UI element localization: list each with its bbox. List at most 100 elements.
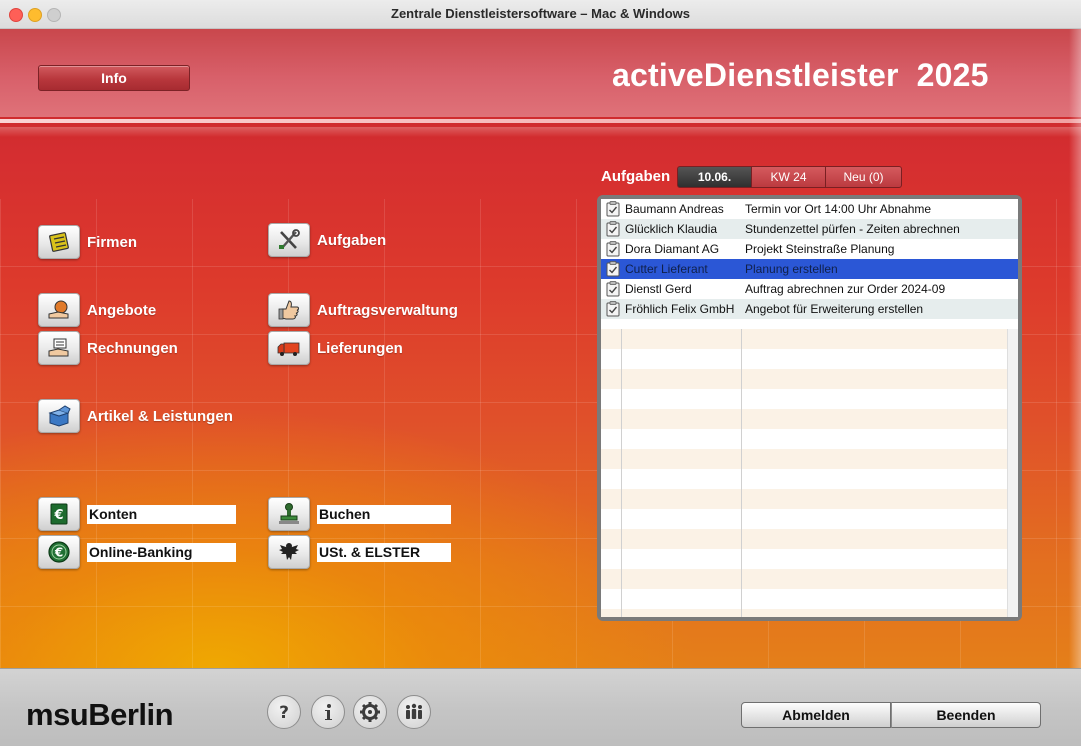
auftragsverwaltung-button[interactable]	[268, 293, 310, 327]
box-icon	[48, 405, 71, 427]
column-divider	[741, 329, 742, 617]
angebote-label: Angebote	[87, 301, 157, 319]
app-window: Zentrale Dienstleistersoftware – Mac & W…	[0, 0, 1081, 746]
main-area: Info activeDienstleister 2025 Firmen Aufg…	[0, 29, 1081, 668]
ust-elster-label: USt. & ELSTER	[317, 542, 451, 562]
right-edge-highlight	[1069, 29, 1081, 668]
rechnungen-button[interactable]	[38, 331, 80, 365]
vertical-scrollbar[interactable]	[1007, 329, 1018, 617]
launcher-artikel[interactable]: Artikel & Leistungen	[38, 399, 233, 433]
buchen-button[interactable]	[268, 497, 310, 531]
table-row[interactable]: Glücklich Klaudia Stundenzettel pürfen - …	[601, 219, 1018, 239]
artikel-label: Artikel & Leistungen	[87, 407, 233, 425]
tasks-panel: Baumann Andreas Termin vor Ort 14:00 Uhr …	[597, 195, 1022, 621]
firmen-button[interactable]	[38, 225, 80, 259]
task-contact: Baumann Andreas	[625, 202, 724, 216]
window-title: Zentrale Dienstleistersoftware – Mac & W…	[391, 6, 690, 21]
launcher-online-banking[interactable]: € Online-Banking	[38, 535, 236, 569]
task-description: Stundenzettel pürfen - Zeiten abrechnen	[745, 222, 960, 236]
table-row[interactable]: Dienstl Gerd Auftrag abrechnen zur Order …	[601, 279, 1018, 299]
task-description: Termin vor Ort 14:00 Uhr Abnahme	[745, 202, 932, 216]
table-row[interactable]: Fröhlich Felix GmbH Angebot für Erweiteru…	[601, 299, 1018, 319]
thumbs-up-icon	[278, 300, 299, 320]
table-row[interactable]: Cutter Lieferant Planung erstellen	[601, 259, 1018, 279]
task-description: Auftrag abrechnen zur Order 2024-09	[745, 282, 946, 296]
angebote-button[interactable]	[38, 293, 80, 327]
launcher-ust-elster[interactable]: USt. & ELSTER	[268, 535, 451, 569]
quit-button[interactable]: Beenden	[891, 702, 1041, 728]
lieferungen-button[interactable]	[268, 331, 310, 365]
firmen-label: Firmen	[87, 233, 138, 251]
app-year: 2025	[916, 57, 989, 93]
brand-logo: msuBerlin	[26, 697, 174, 732]
tasks-list[interactable]: Baumann Andreas Termin vor Ort 14:00 Uhr …	[601, 199, 1018, 617]
online-banking-button[interactable]: €	[38, 535, 80, 569]
column-divider	[621, 329, 622, 617]
launcher-buchen[interactable]: Buchen	[268, 497, 451, 531]
lieferungen-label: Lieferungen	[317, 339, 403, 357]
konten-button[interactable]: €	[38, 497, 80, 531]
gear-icon	[360, 702, 380, 722]
title-bar: Zentrale Dienstleistersoftware – Mac & W…	[0, 0, 1081, 29]
launcher-konten[interactable]: € Konten	[38, 497, 236, 531]
empty-rows-background	[601, 329, 1007, 617]
clipboard-check-icon[interactable]	[606, 281, 620, 297]
task-contact: Cutter Lieferant	[625, 262, 708, 276]
aufgaben-label: Aufgaben	[317, 231, 387, 249]
task-contact: Fröhlich Felix GmbH	[625, 302, 735, 316]
clipboard-check-icon[interactable]	[606, 221, 620, 237]
settings-button[interactable]	[353, 695, 387, 729]
federal-eagle-icon	[279, 543, 299, 560]
aufgaben-button[interactable]	[268, 223, 310, 257]
header-divider	[0, 119, 1081, 123]
task-description: Projekt Steinstraße Planung	[745, 242, 895, 256]
invoice-hand-icon	[48, 338, 69, 357]
online-banking-label: Online-Banking	[87, 542, 236, 562]
svg-text:?: ?	[279, 703, 289, 723]
launcher-aufgaben[interactable]: Aufgaben	[268, 223, 386, 257]
euro-book-icon: €	[50, 503, 68, 525]
table-row[interactable]: Dora Diamant AG Projekt Steinstraße Planu…	[601, 239, 1018, 259]
clipboard-check-icon[interactable]	[606, 261, 620, 277]
euro-coin-icon: €	[48, 541, 70, 563]
auftragsverwaltung-label: Auftragsverwaltung	[317, 301, 458, 319]
offer-hand-icon	[48, 300, 69, 319]
about-button[interactable]	[311, 695, 345, 729]
svg-text:€: €	[53, 508, 63, 523]
launcher-angebote[interactable]: Angebote	[38, 293, 156, 327]
task-description: Planung erstellen	[745, 262, 838, 276]
stamp-icon	[279, 503, 299, 524]
users-icon	[406, 703, 422, 719]
task-contact: Dienstl Gerd	[625, 282, 692, 296]
ust-elster-button[interactable]	[268, 535, 310, 569]
clipboard-check-icon[interactable]	[606, 201, 620, 217]
tools-icon	[279, 229, 300, 249]
app-name: activeDienstleister	[612, 57, 899, 93]
info-button[interactable]: Info	[38, 65, 190, 91]
logout-button[interactable]: Abmelden	[741, 702, 891, 728]
footer-bar: msuBerlin ? Abmelden Beenden	[0, 668, 1081, 746]
launcher-lieferungen[interactable]: Lieferungen	[268, 331, 403, 365]
help-button[interactable]: ?	[267, 695, 301, 729]
truck-icon	[277, 342, 300, 356]
info-icon	[325, 704, 332, 720]
clipboard-check-icon[interactable]	[606, 241, 620, 257]
artikel-button[interactable]	[38, 399, 80, 433]
rechnungen-label: Rechnungen	[87, 339, 178, 357]
buchen-label: Buchen	[317, 504, 451, 524]
tab-week[interactable]: KW 24	[751, 166, 826, 188]
launcher-auftragsverwaltung[interactable]: Auftragsverwaltung	[268, 293, 458, 327]
tab-today[interactable]: 10.06.	[677, 166, 752, 188]
task-description: Angebot für Erweiterung erstellen	[745, 302, 924, 316]
table-row[interactable]: Baumann Andreas Termin vor Ort 14:00 Uhr …	[601, 199, 1018, 219]
tasks-heading: Aufgaben	[601, 168, 671, 185]
question-mark-icon: ?	[279, 703, 289, 723]
launcher-firmen[interactable]: Firmen	[38, 225, 137, 259]
tab-new[interactable]: Neu (0)	[825, 166, 902, 188]
task-contact: Glücklich Klaudia	[625, 222, 718, 236]
header-shadow	[0, 127, 1081, 137]
svg-text:€: €	[54, 546, 63, 560]
clipboard-check-icon[interactable]	[606, 301, 620, 317]
launcher-rechnungen[interactable]: Rechnungen	[38, 331, 178, 365]
users-button[interactable]	[397, 695, 431, 729]
